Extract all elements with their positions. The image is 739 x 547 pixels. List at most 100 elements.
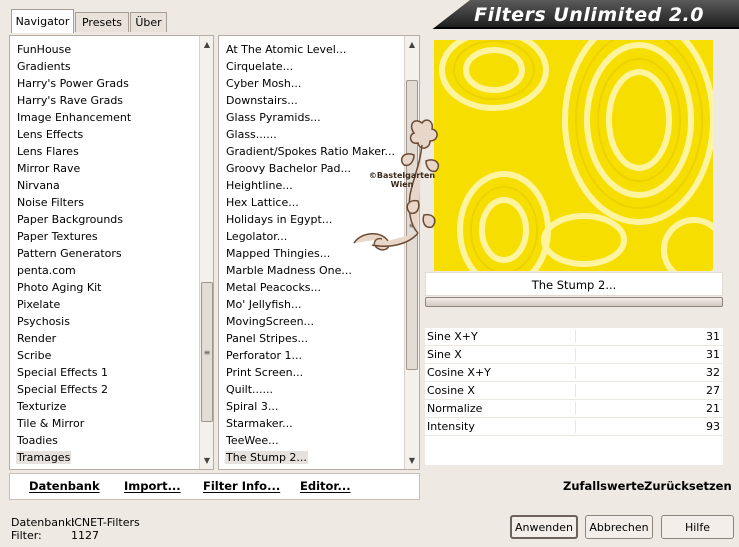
filter-item[interactable]: Perforator 1...: [219, 347, 419, 364]
category-item[interactable]: Tile & Mirror: [10, 415, 213, 432]
tab-navigator[interactable]: Navigator: [11, 9, 74, 33]
filter-item[interactable]: TeeWee...: [219, 432, 419, 449]
apply-button[interactable]: Anwenden: [510, 515, 578, 539]
help-button[interactable]: Hilfe: [661, 515, 734, 539]
category-item[interactable]: Harry's Power Grads: [10, 75, 213, 92]
param-name: Sine X+Y: [427, 330, 478, 343]
category-item[interactable]: Special Effects 1: [10, 364, 213, 381]
editor-button[interactable]: Editor...: [300, 479, 351, 493]
filter-item[interactable]: Cyber Mosh...: [219, 75, 419, 92]
category-item[interactable]: Toadies: [10, 432, 213, 449]
status-filter-value: 1127: [71, 529, 99, 542]
filter-item-label: Spiral 3...: [226, 400, 279, 413]
category-item[interactable]: Lens Effects: [10, 126, 213, 143]
category-item-label: Lens Effects: [17, 128, 84, 141]
scroll-thumb[interactable]: ≡: [201, 282, 213, 422]
reset-button[interactable]: Zurücksetzen: [644, 479, 732, 493]
param-row-cosine-xy[interactable]: Cosine X+Y 32: [425, 364, 723, 382]
filter-item[interactable]: Cirquelate...: [219, 58, 419, 75]
category-item[interactable]: Image Enhancement: [10, 109, 213, 126]
category-scrollbar[interactable]: ▲ ≡ ▼: [199, 36, 213, 469]
category-list[interactable]: FunHouse Gradients Harry's Power Grads Harr…: [9, 35, 214, 470]
param-row-normalize[interactable]: Normalize 21: [425, 400, 723, 418]
category-item[interactable]: Render: [10, 330, 213, 347]
category-item[interactable]: Texturize: [10, 398, 213, 415]
param-name: Normalize: [427, 402, 483, 415]
category-item-label: Photo Aging Kit: [17, 281, 102, 294]
filter-item[interactable]: At The Atomic Level...: [219, 41, 419, 58]
category-item[interactable]: Scribe: [10, 347, 213, 364]
category-item-label: Special Effects 1: [17, 366, 109, 379]
category-item-label: FunHouse: [17, 43, 72, 56]
category-item[interactable]: Lens Flares: [10, 143, 213, 160]
category-item[interactable]: Pattern Generators: [10, 245, 213, 262]
scroll-down-icon[interactable]: ▼: [405, 453, 419, 468]
random-values-button[interactable]: Zufallswerte: [563, 479, 644, 493]
param-name: Sine X: [427, 348, 462, 361]
filter-item[interactable]: Metal Peacocks...: [219, 279, 419, 296]
filter-item[interactable]: Spiral 3...: [219, 398, 419, 415]
import-button[interactable]: Import...: [124, 479, 181, 493]
category-item[interactable]: FunHouse: [10, 41, 213, 58]
category-item[interactable]: Special Effects 2: [10, 381, 213, 398]
param-name: Cosine X+Y: [427, 366, 491, 379]
param-slider-tick: [575, 366, 576, 379]
param-value: 32: [706, 366, 720, 379]
param-value: 27: [706, 384, 720, 397]
list-toolbar: Datenbank Import... Filter Info... Edito…: [9, 473, 420, 500]
filter-item[interactable]: MovingScreen...: [219, 313, 419, 330]
filter-item[interactable]: Panel Stripes...: [219, 330, 419, 347]
tab-presets[interactable]: Presets: [75, 12, 129, 32]
filter-item-label: Mapped Thingies...: [226, 247, 331, 260]
database-button[interactable]: Datenbank: [29, 479, 100, 493]
param-value: 21: [706, 402, 720, 415]
category-item[interactable]: penta.com: [10, 262, 213, 279]
filter-item-label: The Stump 2...: [225, 451, 308, 464]
filter-item-label: Legolator...: [226, 230, 288, 243]
param-value: 31: [706, 348, 720, 361]
filter-item-label: Panel Stripes...: [226, 332, 309, 345]
category-item[interactable]: Nirvana: [10, 177, 213, 194]
filter-item[interactable]: Print Screen...: [219, 364, 419, 381]
category-item[interactable]: Harry's Rave Grads: [10, 92, 213, 109]
category-item[interactable]: Tramages: [10, 449, 213, 466]
category-item[interactable]: Noise Filters: [10, 194, 213, 211]
scroll-down-icon[interactable]: ▼: [200, 453, 213, 468]
filter-item-label: Metal Peacocks...: [226, 281, 322, 294]
category-item[interactable]: Photo Aging Kit: [10, 279, 213, 296]
category-item-label: Psychosis: [17, 315, 70, 328]
category-item[interactable]: Paper Backgrounds: [10, 211, 213, 228]
filter-item-label: Glass......: [226, 128, 277, 141]
filter-item-label: Downstairs...: [226, 94, 298, 107]
scroll-up-icon[interactable]: ▲: [405, 37, 419, 52]
cancel-button[interactable]: Abbrechen: [585, 515, 653, 539]
param-row-cosine-x[interactable]: Cosine X 27: [425, 382, 723, 400]
filter-item-label: Groovy Bachelor Pad...: [226, 162, 352, 175]
filter-item[interactable]: The Stump 2...: [219, 449, 419, 466]
category-item[interactable]: Psychosis: [10, 313, 213, 330]
category-item-label: Harry's Power Grads: [17, 77, 129, 90]
category-item-label: Pixelate: [17, 298, 61, 311]
category-item[interactable]: Mirror Rave: [10, 160, 213, 177]
category-item[interactable]: Gradients: [10, 58, 213, 75]
filter-item[interactable]: Downstairs...: [219, 92, 419, 109]
category-item-label: Image Enhancement: [17, 111, 132, 124]
category-item[interactable]: Paper Textures: [10, 228, 213, 245]
category-item[interactable]: Pixelate: [10, 296, 213, 313]
filter-item-label: Hex Lattice...: [226, 196, 299, 209]
filter-item-label: At The Atomic Level...: [226, 43, 347, 56]
tab-navigator-label: Navigator: [15, 15, 70, 28]
tab-about[interactable]: Über: [130, 12, 167, 32]
filter-item[interactable]: Mo' Jellyfish...: [219, 296, 419, 313]
scroll-up-icon[interactable]: ▲: [200, 37, 213, 52]
filter-preview[interactable]: [434, 40, 713, 271]
param-slider-tick: [575, 348, 576, 361]
filter-item[interactable]: Marble Madness One...: [219, 262, 419, 279]
param-row-intensity[interactable]: Intensity 93: [425, 418, 723, 436]
filter-item[interactable]: Starmaker...: [219, 415, 419, 432]
param-row-sine-x[interactable]: Sine X 31: [425, 346, 723, 364]
filter-info-button[interactable]: Filter Info...: [203, 479, 280, 493]
param-row-sine-xy[interactable]: Sine X+Y 31: [425, 328, 723, 346]
filter-item[interactable]: Quilt......: [219, 381, 419, 398]
param-slider-tick: [575, 384, 576, 397]
